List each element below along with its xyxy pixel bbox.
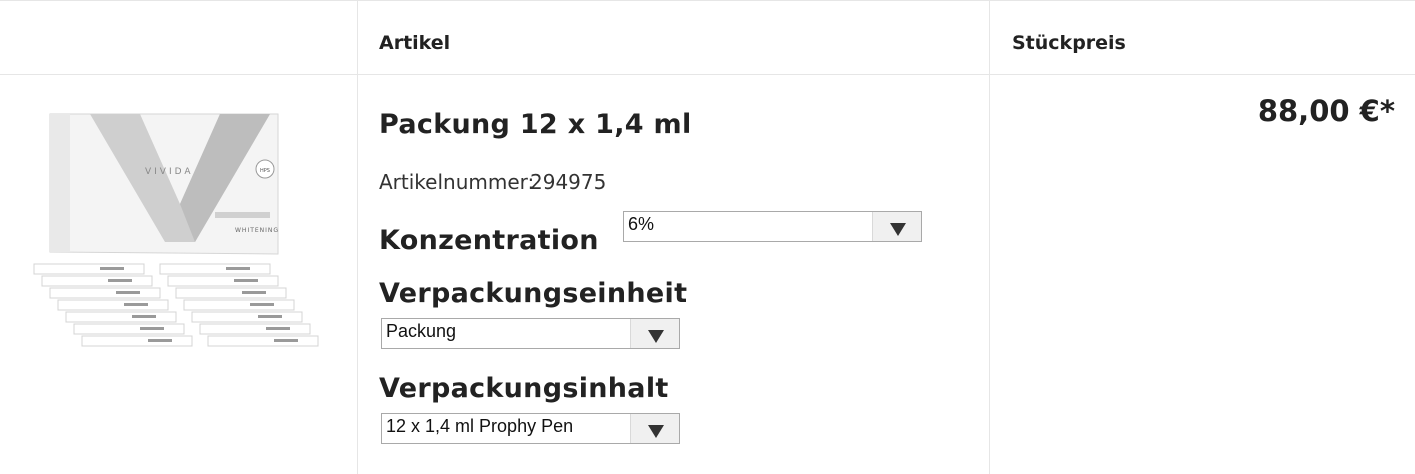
svg-text:WHITENING: WHITENING — [235, 227, 279, 234]
product-title[interactable]: Packung 12 x 1,4 ml — [379, 109, 692, 140]
packaging-content-select[interactable]: 12 x 1,4 ml Prophy Pen — [381, 413, 680, 444]
triangle-down-icon — [648, 330, 664, 343]
triangle-down-icon — [648, 425, 664, 438]
packaging-unit-select[interactable]: Packung — [381, 318, 680, 349]
packaging-content-select-value: 12 x 1,4 ml Prophy Pen — [386, 416, 574, 436]
table-border-top — [0, 0, 1415, 1]
unit-price: 88,00 €* — [1257, 94, 1395, 128]
column-header-article: Artikel — [379, 32, 451, 54]
concentration-dropdown-button[interactable] — [872, 212, 921, 241]
option-label-packaging-content: Verpackungsinhalt — [379, 373, 669, 404]
column-header-unit-price: Stückpreis — [1012, 32, 1126, 54]
column-divider-1 — [357, 0, 358, 474]
svg-text:HPS: HPS — [260, 168, 270, 174]
article-number-value: 294975 — [530, 170, 607, 194]
packaging-unit-select-value: Packung — [386, 321, 457, 341]
header-divider — [0, 74, 1415, 75]
article-number-label: Artikelnummer: — [379, 170, 535, 194]
product-image[interactable]: VIVIDA HPS WHITENING — [30, 104, 340, 364]
triangle-down-icon — [890, 223, 906, 236]
option-label-concentration: Konzentration — [379, 225, 599, 256]
concentration-select[interactable]: 6% — [623, 211, 922, 242]
concentration-select-value: 6% — [628, 214, 655, 234]
svg-text:VIVIDA: VIVIDA — [145, 167, 194, 177]
option-label-packaging-unit: Verpackungseinheit — [379, 278, 688, 309]
column-divider-2 — [989, 0, 990, 474]
packaging-unit-dropdown-button[interactable] — [630, 319, 679, 348]
packaging-content-dropdown-button[interactable] — [630, 414, 679, 443]
